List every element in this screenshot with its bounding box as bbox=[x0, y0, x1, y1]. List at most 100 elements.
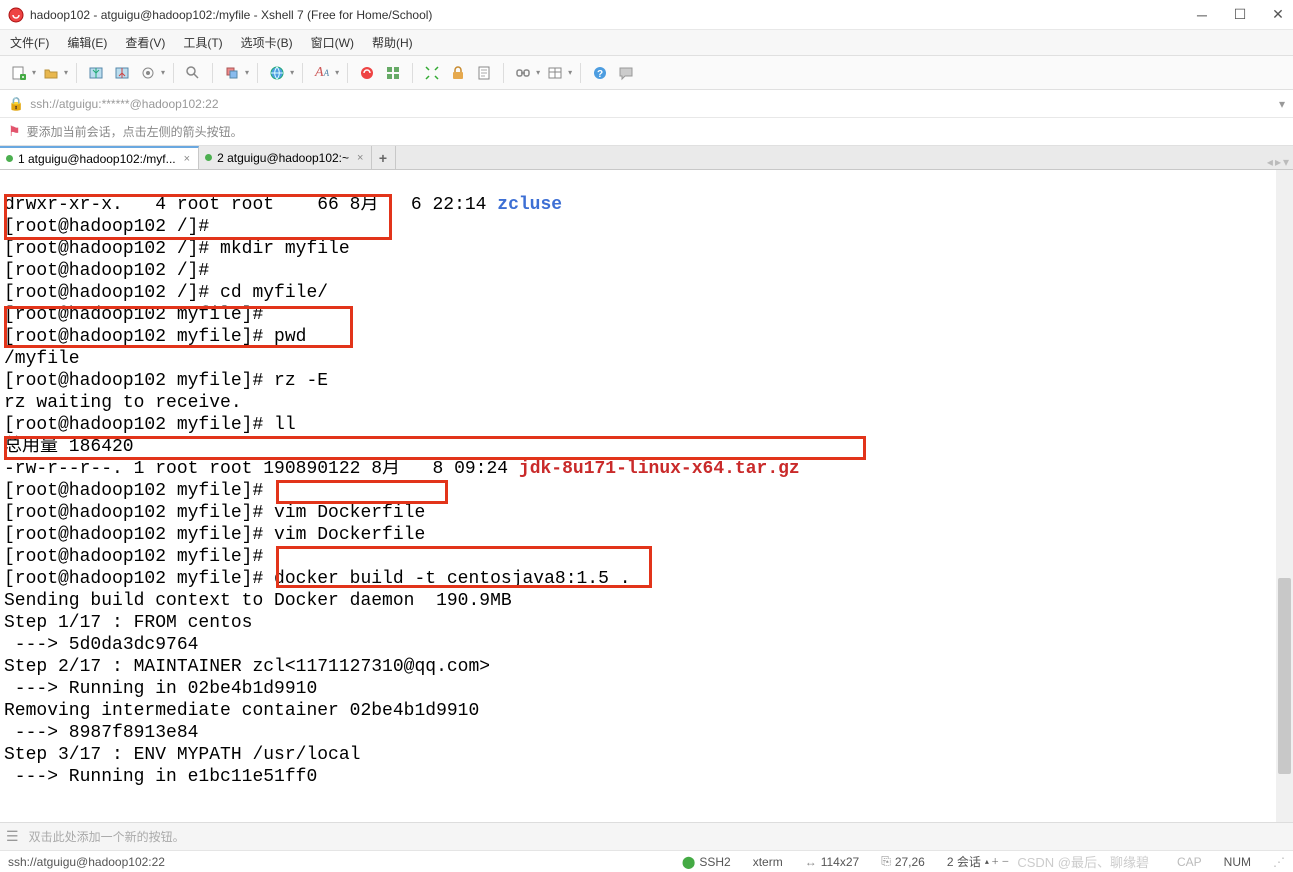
menu-help[interactable]: 帮助(H) bbox=[372, 34, 413, 51]
maximize-button[interactable]: ☐ bbox=[1233, 8, 1247, 22]
watermark: CSDN @最后、聊缘碧 bbox=[1017, 852, 1149, 871]
term-line: Step 2/17 : MAINTAINER zcl<1171127310@qq… bbox=[4, 657, 490, 677]
term-line: [root@hadoop102 myfile]# bbox=[4, 547, 263, 567]
term-line: [root@hadoop102 myfile]# docker build -t… bbox=[4, 569, 631, 589]
tab-bar: 1 atguigu@hadoop102:/myf... × 2 atguigu@… bbox=[0, 146, 1293, 170]
term-file-highlight: jdk-8u171-linux-x64.tar.gz bbox=[519, 459, 800, 479]
scrollbar-thumb[interactable] bbox=[1278, 578, 1291, 774]
term-line: Step 3/17 : ENV MYPATH /usr/local bbox=[4, 745, 360, 765]
tab-close-icon[interactable]: × bbox=[184, 153, 190, 165]
tab-prev-icon[interactable]: ◂ bbox=[1267, 155, 1273, 169]
term-line: [root@hadoop102 myfile]# bbox=[4, 481, 263, 501]
status-cap: CAP bbox=[1177, 855, 1202, 869]
term-line: [root@hadoop102 /]# bbox=[4, 261, 209, 281]
annotation-box bbox=[276, 480, 448, 504]
menu-window[interactable]: 窗口(W) bbox=[311, 34, 354, 51]
scrollbar[interactable] bbox=[1276, 170, 1293, 822]
hint-bar: ⚑ 要添加当前会话，点击左侧的箭头按钮。 bbox=[0, 118, 1293, 146]
term-line: ---> Running in e1bc11e51ff0 bbox=[4, 767, 317, 787]
term-line: [root@hadoop102 myfile]# rz -E bbox=[4, 371, 328, 391]
recv-icon[interactable] bbox=[111, 62, 133, 84]
term-line: [root@hadoop102 myfile]# ll bbox=[4, 415, 296, 435]
tab-list-icon[interactable]: ▾ bbox=[1283, 155, 1289, 169]
term-line: Removing intermediate container 02be4b1d… bbox=[4, 701, 479, 721]
term-line: ---> Running in 02be4b1d9910 bbox=[4, 679, 317, 699]
status-dot-icon bbox=[6, 155, 13, 162]
status-proto: ⬤SSH2 bbox=[682, 855, 731, 869]
toolbar: ▾ ▾ ▾ ▾ ▾ AA▾ ▾ ▾ ? bbox=[0, 56, 1293, 90]
status-bar: ssh://atguigu@hadoop102:22 ⬤SSH2 xterm ↔… bbox=[0, 850, 1293, 872]
menu-edit[interactable]: 编辑(E) bbox=[67, 34, 107, 51]
search-icon[interactable] bbox=[182, 62, 204, 84]
status-num: NUM bbox=[1224, 855, 1251, 869]
term-line: [root@hadoop102 myfile]# bbox=[4, 305, 263, 325]
tab-session-1[interactable]: 1 atguigu@hadoop102:/myf... × bbox=[0, 146, 199, 169]
term-line: [root@hadoop102 myfile]# vim Dockerfile bbox=[4, 525, 425, 545]
status-dot-icon bbox=[205, 154, 212, 161]
address-text: ssh://atguigu:******@hadoop102:22 bbox=[30, 97, 218, 111]
term-line: [root@hadoop102 myfile]# pwd bbox=[4, 327, 306, 347]
props-icon[interactable] bbox=[137, 62, 159, 84]
term-line: Sending build context to Docker daemon 1… bbox=[4, 591, 512, 611]
menu-tools[interactable]: 工具(T) bbox=[183, 34, 222, 51]
grid-icon[interactable] bbox=[382, 62, 404, 84]
term-line: drwxr-xr-x. 4 root root 66 8月 6 22:14 bbox=[4, 195, 497, 215]
send-icon[interactable] bbox=[85, 62, 107, 84]
svg-text:?: ? bbox=[597, 69, 603, 80]
tab-session-2[interactable]: 2 atguigu@hadoop102:~ × bbox=[199, 146, 372, 169]
hint-text: 要添加当前会话，点击左侧的箭头按钮。 bbox=[27, 123, 243, 140]
button-bar[interactable]: ☰ 双击此处添加一个新的按钮。 bbox=[0, 822, 1293, 850]
font-icon[interactable]: AA bbox=[311, 62, 333, 84]
expand-icon[interactable] bbox=[421, 62, 443, 84]
tab-label: 2 atguigu@hadoop102:~ bbox=[217, 151, 349, 165]
term-line: 总用量 186420 bbox=[4, 437, 134, 457]
tab-label: 1 atguigu@hadoop102:/myf... bbox=[18, 152, 176, 166]
status-address: ssh://atguigu@hadoop102:22 bbox=[8, 855, 165, 869]
status-size: ↔114x27 bbox=[805, 855, 859, 869]
titlebar: hadoop102 - atguigu@hadoop102:/myfile - … bbox=[0, 0, 1293, 30]
status-pos: ⎘27,26 bbox=[881, 854, 925, 869]
address-bar[interactable]: 🔒 ssh://atguigu:******@hadoop102:22 ▾ bbox=[0, 90, 1293, 118]
minimize-button[interactable]: ─ bbox=[1195, 8, 1209, 22]
app-icon bbox=[8, 7, 24, 23]
link-icon[interactable] bbox=[512, 62, 534, 84]
help-icon[interactable]: ? bbox=[589, 62, 611, 84]
term-line: [root@hadoop102 /]# cd myfile/ bbox=[4, 283, 328, 303]
status-sessions: 2 会话 ▴ ＋ － bbox=[947, 853, 1009, 870]
term-line: rz waiting to receive. bbox=[4, 393, 242, 413]
resize-grip-icon[interactable]: ⋰ bbox=[1273, 855, 1285, 869]
term-dir: zcluse bbox=[497, 195, 562, 215]
lock-small-icon: 🔒 bbox=[8, 96, 24, 112]
button-bar-hint: 双击此处添加一个新的按钮。 bbox=[29, 828, 185, 845]
flag-icon: ⚑ bbox=[8, 123, 21, 140]
term-line: [root@hadoop102 myfile]# vim Dockerfile bbox=[4, 503, 425, 523]
terminal[interactable]: drwxr-xr-x. 4 root root 66 8月 6 22:14 zc… bbox=[0, 170, 1293, 822]
chat-icon[interactable] bbox=[615, 62, 637, 84]
term-line: Step 1/17 : FROM centos bbox=[4, 613, 252, 633]
doc-icon[interactable] bbox=[473, 62, 495, 84]
menu-file[interactable]: 文件(F) bbox=[10, 34, 49, 51]
term-line: /myfile bbox=[4, 349, 80, 369]
open-icon[interactable] bbox=[40, 62, 62, 84]
term-line: [root@hadoop102 /]# bbox=[4, 217, 209, 237]
term-line: ---> 8987f8913e84 bbox=[4, 723, 198, 743]
tab-next-icon[interactable]: ▸ bbox=[1275, 155, 1281, 169]
menu-view[interactable]: 查看(V) bbox=[125, 34, 165, 51]
copy-icon[interactable] bbox=[221, 62, 243, 84]
tab-close-icon[interactable]: × bbox=[357, 152, 363, 164]
term-line: -rw-r--r--. 1 root root 190890122 8月 8 0… bbox=[4, 459, 519, 479]
status-termtype: xterm bbox=[753, 855, 783, 869]
close-button[interactable]: ✕ bbox=[1271, 8, 1285, 22]
lock-icon[interactable] bbox=[447, 62, 469, 84]
menubar: 文件(F) 编辑(E) 查看(V) 工具(T) 选项卡(B) 窗口(W) 帮助(… bbox=[0, 30, 1293, 56]
new-file-icon[interactable] bbox=[8, 62, 30, 84]
table-icon[interactable] bbox=[544, 62, 566, 84]
globe-icon[interactable] bbox=[266, 62, 288, 84]
window-title: hadoop102 - atguigu@hadoop102:/myfile - … bbox=[30, 8, 1195, 22]
address-dropdown-icon[interactable]: ▾ bbox=[1279, 97, 1285, 111]
menu-icon[interactable]: ☰ bbox=[6, 828, 19, 845]
refresh-icon[interactable] bbox=[356, 62, 378, 84]
term-line: [root@hadoop102 /]# mkdir myfile bbox=[4, 239, 350, 259]
menu-tab[interactable]: 选项卡(B) bbox=[241, 34, 293, 51]
tab-add-button[interactable]: + bbox=[372, 146, 396, 169]
